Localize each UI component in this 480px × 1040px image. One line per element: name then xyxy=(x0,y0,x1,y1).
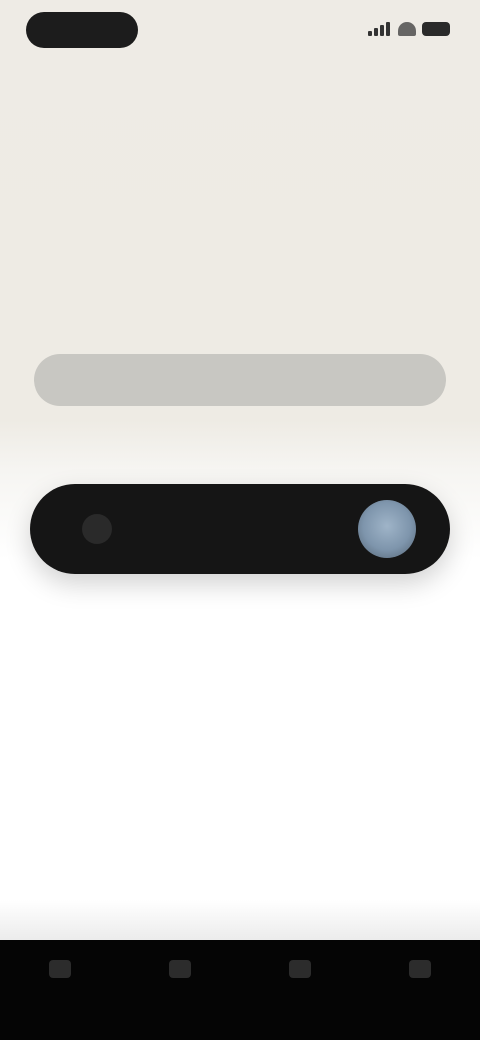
secondary-pill-button[interactable] xyxy=(34,354,446,406)
discover-icon xyxy=(169,960,191,978)
status-icons xyxy=(368,22,450,36)
app-screen xyxy=(0,0,480,1040)
nav-item-profile[interactable] xyxy=(385,960,455,984)
signal-icon xyxy=(368,22,392,36)
wifi-icon xyxy=(398,22,416,36)
profile-icon xyxy=(409,960,431,978)
chat-icon xyxy=(289,960,311,978)
profile-avatar xyxy=(358,500,416,558)
nav-item-home[interactable] xyxy=(25,960,95,984)
nav-item-discover[interactable] xyxy=(145,960,215,984)
lock-icon xyxy=(82,514,112,544)
home-icon xyxy=(49,960,71,978)
battery-icon xyxy=(422,22,450,36)
primary-cta-button[interactable] xyxy=(30,484,450,574)
nav-item-chat[interactable] xyxy=(265,960,335,984)
bottom-navigation xyxy=(0,900,480,1040)
status-time-pill xyxy=(26,12,138,48)
